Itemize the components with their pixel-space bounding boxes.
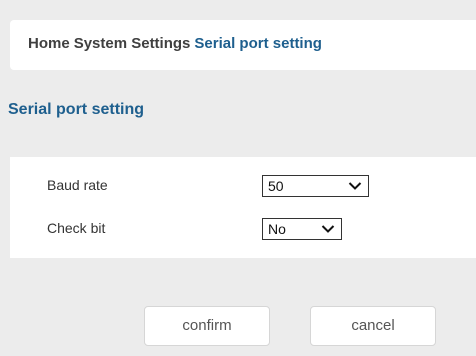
check-bit-select[interactable]: No	[262, 218, 342, 240]
breadcrumb-system-settings[interactable]: System Settings	[74, 35, 191, 52]
cancel-button[interactable]: cancel	[310, 306, 436, 346]
baud-rate-value: 50	[268, 178, 284, 194]
check-bit-row: Check bit No	[10, 218, 476, 240]
baud-rate-label: Baud rate	[47, 177, 108, 193]
breadcrumb-current: Serial port setting	[194, 35, 322, 52]
breadcrumb-home[interactable]: Home	[28, 35, 70, 52]
check-bit-label: Check bit	[47, 220, 106, 236]
settings-panel: Baud rate 50 Check bit No	[10, 157, 476, 258]
page-title: Serial port setting	[8, 101, 145, 118]
confirm-button[interactable]: confirm	[144, 306, 270, 346]
baud-rate-row: Baud rate 50	[10, 175, 476, 197]
baud-rate-select[interactable]: 50	[262, 175, 369, 197]
check-bit-value: No	[268, 221, 286, 237]
breadcrumb: Home System Settings Serial port setting	[28, 35, 322, 52]
chevron-down-icon	[348, 182, 362, 190]
breadcrumb-bar: Home System Settings Serial port setting	[10, 20, 476, 70]
chevron-down-icon	[321, 225, 335, 233]
